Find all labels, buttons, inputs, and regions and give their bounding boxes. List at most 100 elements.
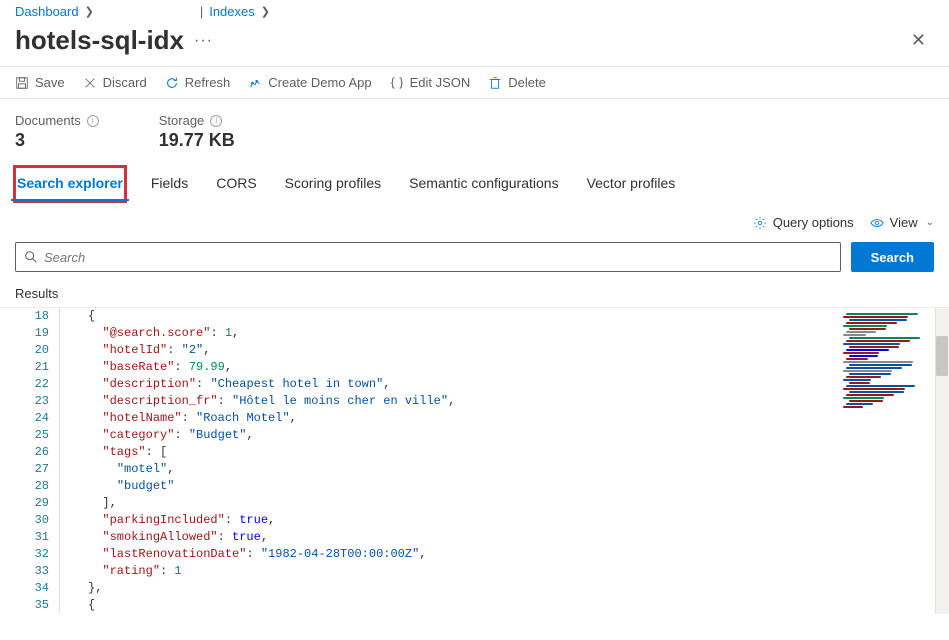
- minimap-line: [843, 352, 879, 354]
- code-line: "budget": [88, 478, 839, 495]
- minimap-line: [843, 316, 908, 318]
- line-number: 35: [0, 597, 49, 614]
- toolbar: Save Discard Refresh Create Demo App Edi…: [0, 66, 949, 99]
- create-demo-icon: [248, 76, 262, 90]
- scrollbar-thumb[interactable]: [936, 336, 948, 376]
- line-number: 19: [0, 325, 49, 342]
- refresh-button[interactable]: Refresh: [165, 75, 231, 90]
- delete-icon: [488, 76, 502, 90]
- code-line: "lastRenovationDate": "1982-04-28T00:00:…: [88, 546, 839, 563]
- discard-button[interactable]: Discard: [83, 75, 147, 90]
- code-line: },: [88, 580, 839, 597]
- minimap-line: [846, 385, 915, 387]
- minimap-line: [843, 406, 863, 408]
- minimap-line: [843, 343, 900, 345]
- tab-vector-profiles[interactable]: Vector profiles: [585, 167, 678, 201]
- line-number: 33: [0, 563, 49, 580]
- actions-row: Query options View ⌄: [0, 201, 949, 238]
- storage-stat: Storage i 19.77 KB: [159, 113, 235, 151]
- minimap-line: [849, 391, 904, 393]
- search-button[interactable]: Search: [851, 242, 934, 272]
- minimap-line: [849, 382, 870, 384]
- breadcrumb-dashboard[interactable]: Dashboard: [15, 4, 79, 19]
- chevron-right-icon: ❯: [85, 5, 94, 18]
- code-line: "hotelId": "2",: [88, 342, 839, 359]
- minimap-line: [846, 313, 918, 315]
- eye-icon: [870, 216, 884, 230]
- code-line: "hotelName": "Roach Motel",: [88, 410, 839, 427]
- view-label: View: [890, 215, 918, 230]
- line-number: 30: [0, 512, 49, 529]
- edit-json-button[interactable]: Edit JSON: [390, 75, 471, 90]
- braces-icon: [390, 76, 404, 90]
- refresh-icon: [165, 76, 179, 90]
- info-icon[interactable]: i: [210, 115, 222, 127]
- save-icon: [15, 76, 29, 90]
- line-number: 18: [0, 308, 49, 325]
- storage-value: 19.77 KB: [159, 130, 235, 151]
- minimap-line: [846, 367, 902, 369]
- tab-cors[interactable]: CORS: [214, 167, 258, 201]
- minimap-line: [843, 370, 892, 372]
- minimap-line: [843, 379, 871, 381]
- gear-icon: [753, 216, 767, 230]
- tab-fields[interactable]: Fields: [149, 167, 190, 201]
- code-line: "smokingAllowed": true,: [88, 529, 839, 546]
- code-line: ],: [88, 495, 839, 512]
- minimap-line: [846, 358, 868, 360]
- documents-label: Documents: [15, 113, 81, 128]
- minimap-line: [849, 364, 912, 366]
- tab-search-explorer[interactable]: Search explorer: [15, 167, 125, 201]
- tab-scoring-profiles[interactable]: Scoring profiles: [283, 167, 384, 201]
- minimap-line: [849, 337, 920, 339]
- minimap-line: [846, 349, 889, 351]
- minimap-scrollbar[interactable]: [935, 308, 949, 614]
- minimap-line: [849, 373, 891, 375]
- documents-value: 3: [15, 130, 99, 151]
- divider-pipe: |: [200, 4, 203, 19]
- line-number: 25: [0, 427, 49, 444]
- search-box[interactable]: [15, 242, 841, 272]
- query-options-button[interactable]: Query options: [753, 215, 854, 230]
- minimap-line: [846, 376, 881, 378]
- search-input[interactable]: [44, 250, 832, 265]
- close-icon[interactable]: ✕: [903, 26, 934, 55]
- results-label: Results: [0, 282, 949, 307]
- chevron-down-icon: ⌄: [926, 217, 934, 228]
- discard-label: Discard: [103, 75, 147, 90]
- create-demo-button[interactable]: Create Demo App: [248, 75, 371, 90]
- save-button[interactable]: Save: [15, 75, 65, 90]
- search-icon: [24, 250, 38, 264]
- more-actions-ellipsis[interactable]: ···: [194, 32, 213, 50]
- minimap-line: [843, 397, 884, 399]
- line-number: 31: [0, 529, 49, 546]
- code-content[interactable]: { "@search.score": 1, "hotelId": "2", "b…: [60, 308, 839, 614]
- minimap-line: [843, 361, 913, 363]
- code-line: {: [88, 597, 839, 614]
- storage-label: Storage: [159, 113, 205, 128]
- minimap-line: [849, 355, 878, 357]
- tab-semantic-configurations[interactable]: Semantic configurations: [407, 167, 560, 201]
- discard-icon: [83, 76, 97, 90]
- line-number: 32: [0, 546, 49, 563]
- save-label: Save: [35, 75, 65, 90]
- chevron-right-icon: ❯: [261, 5, 270, 18]
- info-icon[interactable]: i: [87, 115, 99, 127]
- line-number: 20: [0, 342, 49, 359]
- line-number: 27: [0, 461, 49, 478]
- minimap-line: [846, 331, 876, 333]
- code-line: "category": "Budget",: [88, 427, 839, 444]
- code-line: "parkingIncluded": true,: [88, 512, 839, 529]
- create-demo-label: Create Demo App: [268, 75, 371, 90]
- breadcrumb-indexes[interactable]: Indexes: [209, 4, 255, 19]
- tabs: Search explorer Fields CORS Scoring prof…: [0, 167, 949, 201]
- line-number: 23: [0, 393, 49, 410]
- minimap-line: [846, 340, 910, 342]
- minimap[interactable]: [839, 308, 949, 614]
- minimap-line: [843, 388, 905, 390]
- view-dropdown[interactable]: View ⌄: [870, 215, 934, 230]
- delete-button[interactable]: Delete: [488, 75, 546, 90]
- code-editor[interactable]: 181920212223242526272829303132333435 { "…: [0, 307, 949, 614]
- delete-label: Delete: [508, 75, 546, 90]
- line-number: 24: [0, 410, 49, 427]
